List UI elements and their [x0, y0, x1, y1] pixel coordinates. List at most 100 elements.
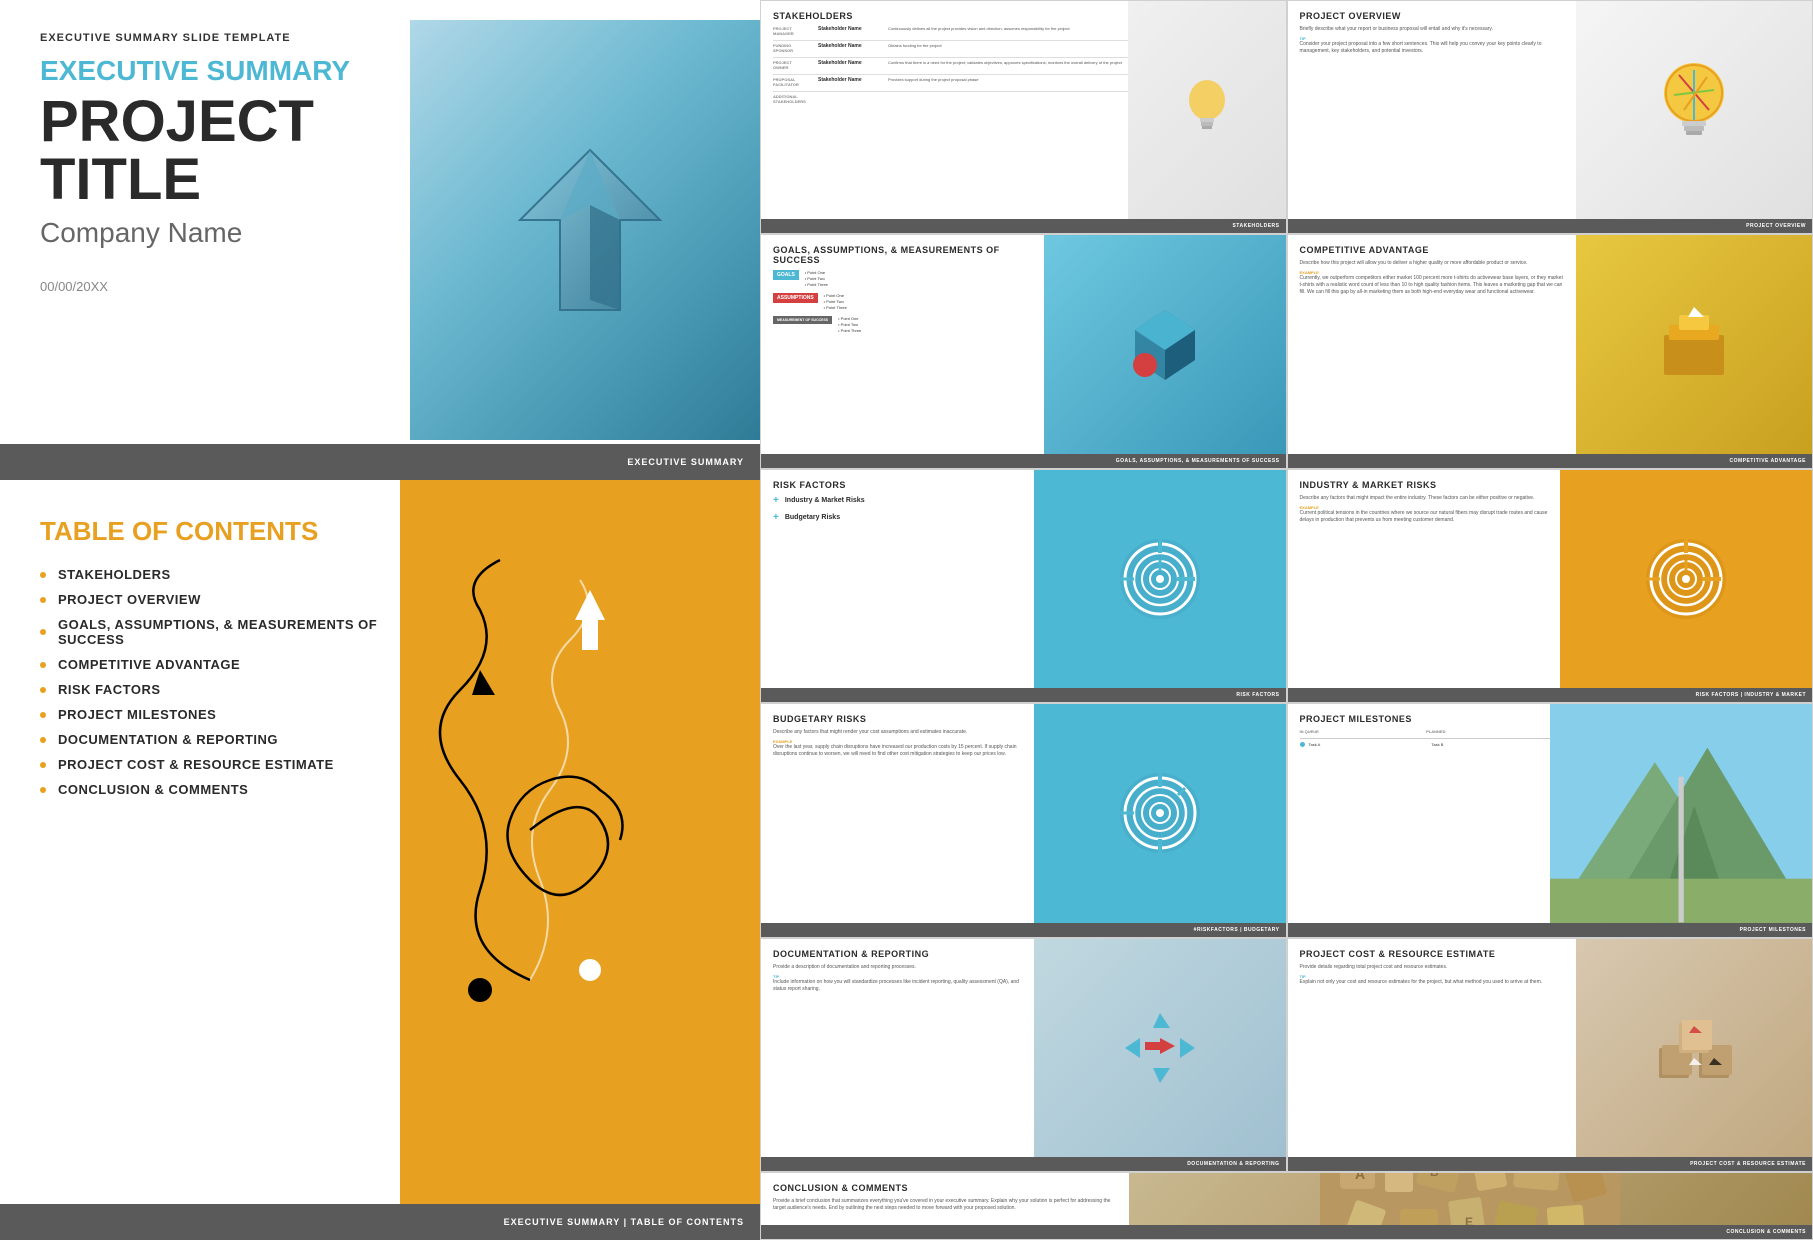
project-overview-tip: Consider your project proposal into a fe… — [1300, 41, 1564, 55]
lightbulb-icon — [1182, 75, 1232, 145]
exec-title: EXECUTIVE SUMMARY — [40, 56, 380, 87]
project-cost-inner: PROJECT COST & RESOURCE ESTIMATE Provide… — [1288, 939, 1576, 1157]
risk-factors-maze — [1034, 470, 1286, 688]
mini-slide-project-overview: PROJECT OVERVIEW Briefly describe what y… — [1288, 1, 1813, 233]
competitive-advantage-image — [1576, 235, 1812, 453]
documentation-tip: Include information on how you will stan… — [773, 979, 1022, 993]
svg-text:E: E — [1465, 1215, 1473, 1225]
list-item: RISK FACTORS — [40, 682, 380, 697]
documentation-desc: Provide a description of documentation a… — [773, 964, 1022, 971]
mini-slide-project-milestones: PROJECT MILESTONES IN QUEUE PLANNED SCHE… — [1288, 704, 1813, 936]
right-panel: STAKEHOLDERS PROJECTMANAGER Stakeholder … — [760, 0, 1813, 1240]
budgetary-risks-inner: BUDGETARY RISKS Describe any factors tha… — [761, 704, 1034, 922]
goal-tag-goals: GOALS — [773, 270, 799, 280]
project-overview-inner: PROJECT OVERVIEW Briefly describe what y… — [1288, 1, 1576, 219]
goals-footer: GOALS, ASSUMPTIONS, & MEASUREMENTS OF SU… — [761, 454, 1286, 468]
project-cost-desc: Provide details regarding total project … — [1300, 964, 1564, 971]
project-overview-footer: PROJECT OVERVIEW — [1288, 219, 1813, 233]
risk-item: + Budgetary Risks — [773, 512, 1022, 523]
risk-plus-icon: + — [773, 512, 779, 523]
svg-text:A: A — [1355, 1173, 1365, 1182]
list-item: COMPETITIVE ADVANTAGE — [40, 657, 380, 672]
arrow-icon — [490, 130, 690, 330]
project-overview-title: PROJECT OVERVIEW — [1300, 11, 1564, 21]
toc-bullet — [40, 687, 46, 693]
conclusion-inner: CONCLUSION & COMMENTS Provide a brief co… — [761, 1173, 1129, 1225]
industry-market-maze — [1560, 470, 1812, 688]
competitive-advantage-example: Currently, we outperform competitors eit… — [1300, 275, 1564, 296]
toc-list: STAKEHOLDERS PROJECT OVERVIEW GOALS, ASS… — [40, 567, 380, 797]
industry-market-footer: RISK FACTORS | Industry & Market — [1288, 688, 1813, 702]
toc-bullet — [40, 737, 46, 743]
toc-bullet — [40, 629, 46, 635]
industry-market-example: Current political tensions in the countr… — [1300, 510, 1549, 524]
budgetary-risks-desc: Describe any factors that might render y… — [773, 729, 1022, 736]
documentation-image — [1034, 939, 1286, 1157]
conclusion-desc: Provide a brief conclusion that summariz… — [773, 1198, 1117, 1212]
geometric-icon — [1125, 305, 1205, 385]
project-milestones-inner: PROJECT MILESTONES IN QUEUE PLANNED SCHE… — [1288, 704, 1813, 922]
list-item: PROJECT MILESTONES — [40, 707, 380, 722]
goal-tag-measurement: MEASUREMENT OF SUCCESS — [773, 316, 832, 324]
list-item: GOALS, ASSUMPTIONS, & MEASUREMENTS OF SU… — [40, 617, 380, 647]
stakeholders-footer: STAKEHOLDERS — [761, 219, 1286, 233]
risk-item: + Industry & Market Risks — [773, 495, 1022, 506]
goals-image — [1044, 235, 1285, 453]
project-cost-footer: PROJECT COST & RESOURCE ESTIMATE — [1288, 1157, 1813, 1171]
competitive-advantage-desc: Describe how this project will allow you… — [1300, 260, 1564, 267]
conclusion-image: A B C D E — [1129, 1173, 1812, 1225]
goal-tag-assumptions: ASSUMPTIONS — [773, 293, 818, 303]
list-item: STAKEHOLDERS — [40, 567, 380, 582]
mini-slide-competitive-advantage: COMPETITIVE ADVANTAGE Describe how this … — [1288, 235, 1813, 467]
documentation-footer: DOCUMENTATION & REPORTING — [761, 1157, 1286, 1171]
toc-bullet — [40, 712, 46, 718]
list-item: CONCLUSION & COMMENTS — [40, 782, 380, 797]
documentation-inner: DOCUMENTATION & REPORTING Provide a desc… — [761, 939, 1034, 1157]
mini-slide-risk-factors: RISK FACTORS + Industry & Market Risks +… — [761, 470, 1286, 702]
mini-slide-stakeholders: STAKEHOLDERS PROJECTMANAGER Stakeholder … — [761, 1, 1286, 233]
goal-row: MEASUREMENT OF SUCCESS • Point One• Poin… — [773, 316, 1032, 334]
svg-text:C: C — [1520, 1173, 1530, 1175]
maze-icon — [1115, 534, 1205, 624]
exec-summary-content: EXECUTIVE SUMMARY SLIDE TEMPLATE EXECUTI… — [0, 0, 420, 326]
industry-market-desc: Describe any factors that might impact t… — [1300, 495, 1549, 502]
project-title: PROJECT TITLE — [40, 93, 380, 209]
goals-inner: GOALS, ASSUMPTIONS, & MEASUREMENTS OF SU… — [761, 235, 1044, 453]
industry-market-title: INDUSTRY & MARKET RISKS — [1300, 480, 1549, 490]
company-name: Company Name — [40, 217, 380, 249]
stakeholders-image — [1128, 1, 1285, 219]
project-overview-desc: Briefly describe what your report or bus… — [1300, 26, 1564, 33]
project-overview-image — [1576, 1, 1812, 219]
toc-bullet — [40, 787, 46, 793]
risk-factors-footer: RISK FACTORS — [761, 688, 1286, 702]
competitive-advantage-inner: COMPETITIVE ADVANTAGE Describe how this … — [1288, 235, 1576, 453]
list-item: PROJECT COST & RESOURCE ESTIMATE — [40, 757, 380, 772]
mini-slide-conclusion: CONCLUSION & COMMENTS Provide a brief co… — [761, 1173, 1812, 1239]
toc-heading: TABLE OF CONTENTS — [40, 516, 380, 547]
milestones-image — [1550, 704, 1812, 922]
colorful-lightbulb-icon — [1649, 55, 1739, 165]
budgetary-risks-footer: #RISKFACTORS | Budgetary — [761, 923, 1286, 937]
budgetary-risks-title: BUDGETARY RISKS — [773, 714, 1022, 724]
documentation-title: DOCUMENTATION & REPORTING — [773, 949, 1022, 959]
goal-row: ASSUMPTIONS • Point One• Point Two• Poin… — [773, 293, 1032, 311]
gold-maze-icon — [1641, 534, 1731, 624]
project-cost-image — [1576, 939, 1812, 1157]
list-item: PROJECT OVERVIEW — [40, 592, 380, 607]
exec-summary-footer: EXECUTIVE SUMMARY — [0, 444, 760, 480]
slide-label: EXECUTIVE SUMMARY SLIDE TEMPLATE — [40, 32, 380, 44]
main-container: EXECUTIVE SUMMARY SLIDE TEMPLATE EXECUTI… — [0, 0, 1813, 1240]
toc-content: TABLE OF CONTENTS STAKEHOLDERS PROJECT O… — [0, 480, 420, 843]
toc-right-image — [400, 480, 760, 1240]
list-item: DOCUMENTATION & REPORTING — [40, 732, 380, 747]
conclusion-footer: CONCLUSION & COMMENTS — [761, 1225, 1812, 1239]
budgetary-risks-example: Over the last year, supply chain disrupt… — [773, 744, 1022, 758]
left-panel: EXECUTIVE SUMMARY SLIDE TEMPLATE EXECUTI… — [0, 0, 760, 1240]
goal-row: GOALS • Point One• Point Two• Point Thre… — [773, 270, 1032, 288]
svg-text:B: B — [1430, 1173, 1439, 1179]
industry-market-inner: INDUSTRY & MARKET RISKS Describe any fac… — [1288, 470, 1561, 688]
puzzle-icon: A B C D E — [1320, 1173, 1620, 1225]
goals-title: GOALS, ASSUMPTIONS, & MEASUREMENTS OF SU… — [773, 245, 1032, 265]
risk-plus-icon: + — [773, 495, 779, 506]
project-cost-tip: Explain not only your cost and resource … — [1300, 979, 1564, 986]
